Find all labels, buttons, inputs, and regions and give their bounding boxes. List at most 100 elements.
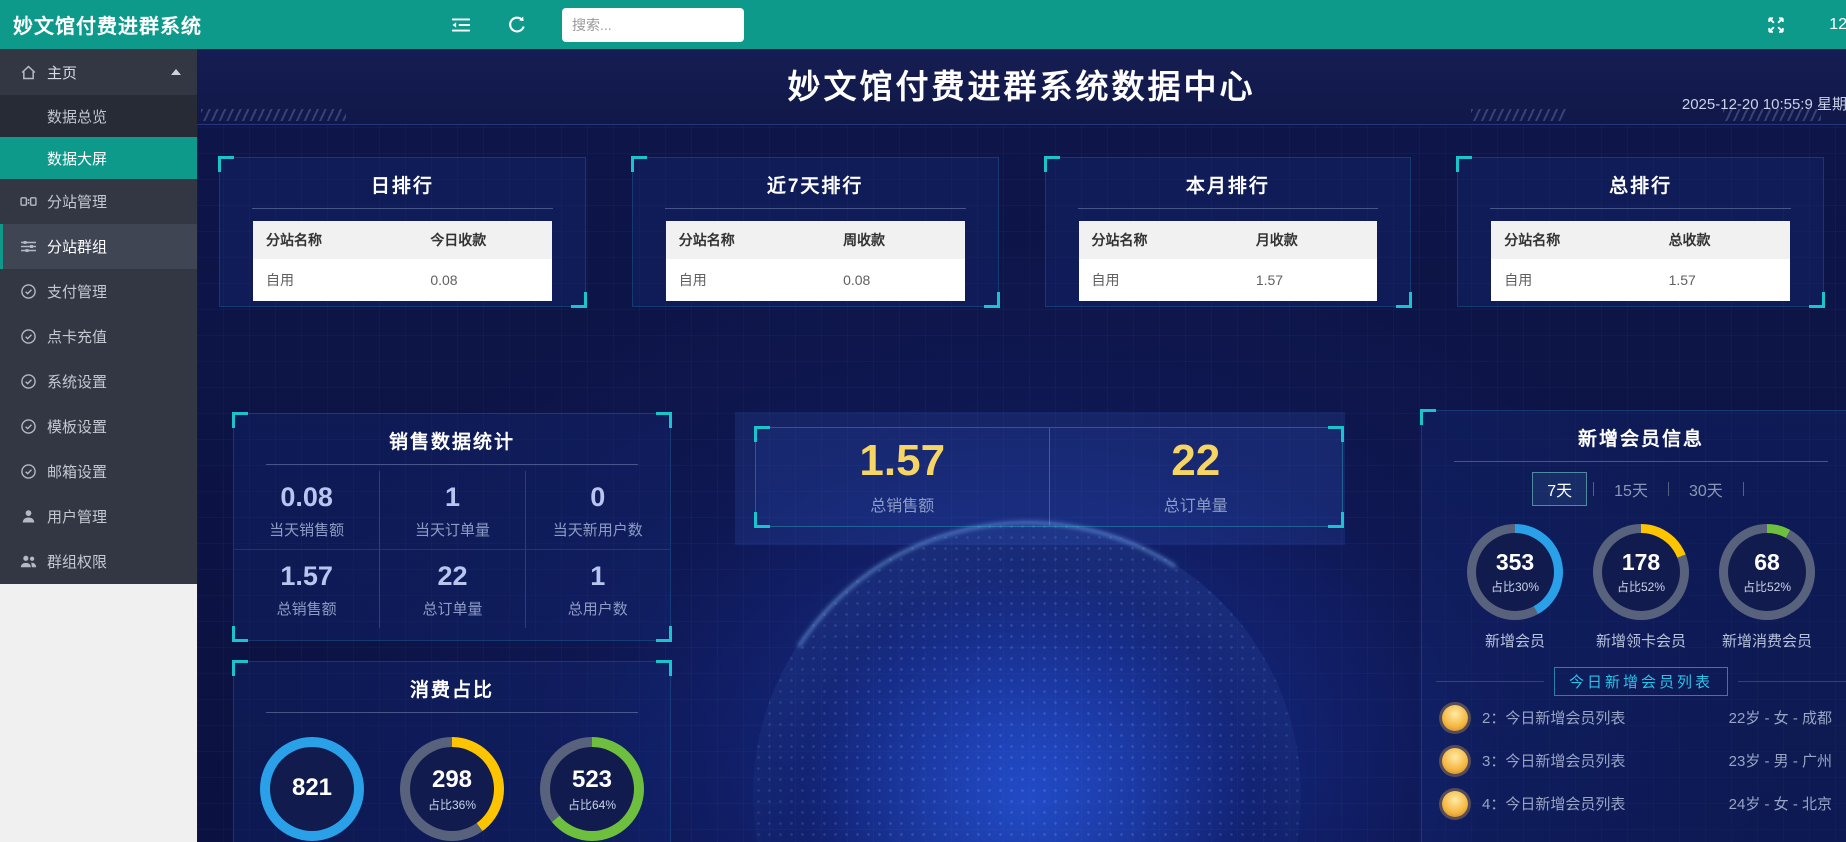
divider: [1490, 208, 1791, 209]
sidebar-item-label: 分站管理: [47, 191, 107, 212]
tab-15-days[interactable]: 15天: [1600, 473, 1662, 505]
circle-check-icon: [20, 283, 37, 300]
table-row: 自用 1.57: [1491, 259, 1790, 301]
cell-amount: 0.08: [417, 259, 551, 301]
new-members-title: 新增会员信息: [1422, 424, 1846, 451]
sidebar-item-data-screen[interactable]: 数据大屏: [0, 137, 197, 179]
sidebar-item-substation-group[interactable]: 分站群组: [0, 224, 197, 269]
divider: [1454, 461, 1828, 462]
medal-icon: [1442, 791, 1468, 817]
corner-bracket: [1809, 292, 1825, 308]
corner-bracket: [1044, 156, 1060, 172]
divider: [252, 208, 553, 209]
col-header: 分站名称: [1079, 221, 1243, 259]
col-header: 分站名称: [666, 221, 830, 259]
donut-chart: 68 占比52%: [1719, 524, 1815, 620]
corner-bracket: [1456, 156, 1472, 172]
rank-card-title: 日排行: [220, 171, 585, 198]
tab-separator: [1743, 482, 1744, 496]
member-list-title-badge: 今日新增会员列表: [1554, 667, 1728, 696]
substation-icon: [20, 193, 37, 210]
list-item: 3：今日新增会员列表 23岁 - 男 - 广州: [1422, 739, 1846, 782]
consume-ratio-title: 消费占比: [234, 675, 670, 702]
tab-7-days[interactable]: 7天: [1532, 472, 1587, 506]
stat-today-new-users: 0 当天新用户数: [525, 471, 670, 549]
divider: [1436, 681, 1544, 682]
rank-table: 分站名称 周收款 自用 0.08: [666, 221, 965, 301]
users-icon: [20, 553, 37, 570]
sidebar-item-user-manage[interactable]: 用户管理: [0, 494, 197, 539]
divider: [266, 464, 638, 465]
table-row: 自用 0.08: [253, 259, 552, 301]
stat-today-orders: 1 当天订单量: [379, 471, 524, 549]
corner-bracket: [232, 626, 248, 642]
cell-site-name: 自用: [1079, 259, 1243, 301]
refresh-icon[interactable]: [506, 14, 528, 36]
ring-labels: 新增会员 新增领卡会员 新增消费会员: [1422, 630, 1846, 651]
sidebar-item-group-permission[interactable]: 群组权限: [0, 539, 197, 584]
col-header: 今日收款: [417, 221, 551, 259]
sidebar-item-label: 主页: [47, 62, 77, 83]
rank-table: 分站名称 月收款 自用 1.57: [1079, 221, 1378, 301]
corner-bracket: [232, 412, 248, 428]
period-tabs: 7天 15天 30天: [1422, 472, 1846, 506]
sidebar-item-template-settings[interactable]: 模板设置: [0, 404, 197, 449]
sidebar-item-substation-manage[interactable]: 分站管理: [0, 179, 197, 224]
sidebar-item-label: 支付管理: [47, 281, 107, 302]
table-row: 自用 1.57: [1079, 259, 1378, 301]
cell-site-name: 自用: [253, 259, 417, 301]
sidebar-item-payment-manage[interactable]: 支付管理: [0, 269, 197, 314]
rank-card-total: 总排行 分站名称 总收款 自用 1.57: [1457, 157, 1824, 307]
collapse-menu-icon[interactable]: [450, 14, 472, 36]
ring-label: 新增会员: [1467, 630, 1563, 651]
stat-total-sales: 1.57 总销售额: [234, 549, 379, 628]
tab-30-days[interactable]: 30天: [1675, 473, 1737, 505]
corner-bracket: [656, 412, 672, 428]
medal-icon: [1442, 748, 1468, 774]
dashboard-header-band: 妙文馆付费进群系统数据中心 2025-12-20 10:55:9 星期六: [197, 49, 1846, 125]
corner-bracket: [656, 660, 672, 676]
sidebar-item-label: 群组权限: [47, 551, 107, 572]
tab-separator: [1668, 482, 1669, 496]
ring-label: 新增消费会员: [1719, 630, 1815, 651]
corner-bracket: [571, 292, 587, 308]
col-header: 周收款: [830, 221, 964, 259]
totals-panel: 1.57 总销售额 22 总订单量: [755, 427, 1343, 527]
dashboard-main: 妙文馆付费进群系统数据中心 2025-12-20 10:55:9 星期六 日排行…: [197, 49, 1846, 842]
globe-graphic: [753, 521, 1301, 842]
member-rings: 353 占比30% 178 占比52% 68 占比52%: [1422, 524, 1846, 620]
sidebar-item-label: 邮箱设置: [47, 461, 107, 482]
corner-bracket: [631, 156, 647, 172]
donut-chart: 298 占比36%: [400, 737, 504, 841]
search-input[interactable]: [562, 8, 744, 42]
user-icon: [20, 508, 37, 525]
total-sales: 1.57 总销售额: [756, 428, 1049, 526]
circle-check-icon: [20, 418, 37, 435]
divider: [1738, 681, 1846, 682]
sliders-icon: [20, 238, 37, 255]
sidebar-item-home[interactable]: 主页: [0, 49, 197, 95]
cell-site-name: 自用: [1491, 259, 1655, 301]
ring-label: 新增领卡会员: [1593, 630, 1689, 651]
ranking-cards-row: 日排行 分站名称 今日收款 自用 0.08 近7天排行 分站名称 周收款 自用: [219, 157, 1824, 307]
col-header: 分站名称: [253, 221, 417, 259]
fullscreen-icon[interactable]: [1765, 14, 1787, 36]
username[interactable]: 123: [1829, 16, 1846, 34]
sales-stats-card: 销售数据统计 0.08 当天销售额 1 当天订单量 0 当天新用户数 1.57 …: [233, 413, 671, 641]
rank-card-title: 总排行: [1458, 171, 1823, 198]
tab-separator: [1593, 482, 1594, 496]
stat-today-sales: 0.08 当天销售额: [234, 471, 379, 549]
member-list-header: 今日新增会员列表: [1436, 667, 1846, 696]
corner-bracket: [1420, 409, 1436, 425]
sidebar-item-system-settings[interactable]: 系统设置: [0, 359, 197, 404]
donut-chart: 353 占比30%: [1467, 524, 1563, 620]
corner-bracket: [656, 626, 672, 642]
sidebar-item-mail-settings[interactable]: 邮箱设置: [0, 449, 197, 494]
dashboard-title: 妙文馆付费进群系统数据中心: [197, 49, 1846, 125]
stat-total-orders: 22 总订单量: [379, 549, 524, 628]
list-item: 4：今日新增会员列表 24岁 - 女 - 北京: [1422, 782, 1846, 825]
sidebar-item-label: 系统设置: [47, 371, 107, 392]
medal-icon: [1442, 705, 1468, 731]
sidebar-item-data-overview[interactable]: 数据总览: [0, 95, 197, 137]
sidebar-item-card-recharge[interactable]: 点卡充值: [0, 314, 197, 359]
